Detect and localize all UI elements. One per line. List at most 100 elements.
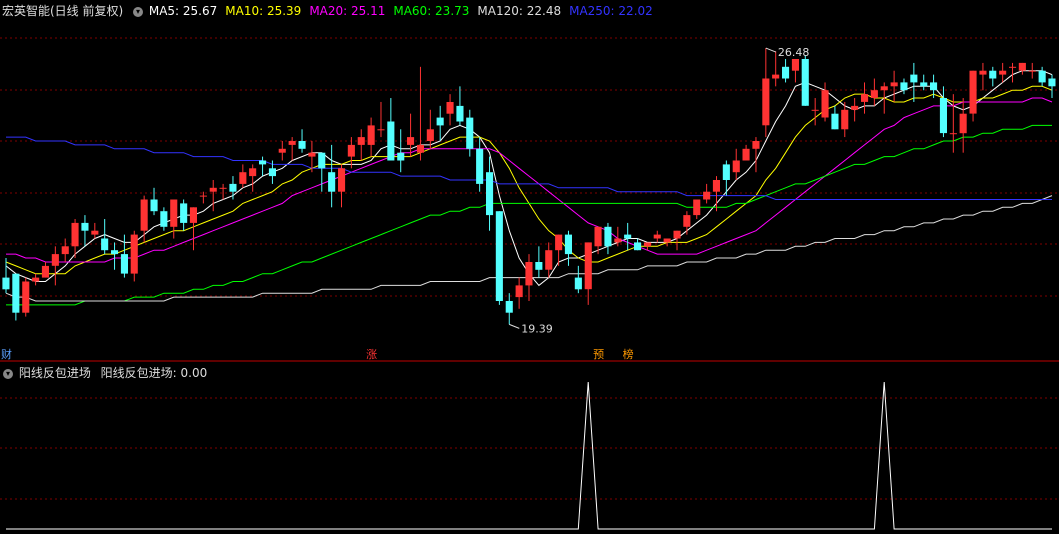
- candle: [574, 265, 582, 294]
- candle-body: [861, 94, 869, 102]
- candle: [505, 293, 513, 325]
- candle-body: [367, 125, 375, 145]
- candle-body: [624, 234, 632, 239]
- candle: [525, 254, 533, 301]
- candle-body: [604, 226, 612, 247]
- candle: [456, 86, 464, 126]
- candle-body: [1018, 62, 1026, 71]
- candle-body: [2, 277, 10, 290]
- candle-body: [772, 74, 780, 79]
- candle: [1028, 62, 1036, 79]
- candle-body: [130, 234, 138, 274]
- candle: [91, 222, 99, 239]
- ma-legend-item: MA10: 25.39: [225, 4, 302, 18]
- candle-body: [466, 117, 474, 149]
- candle-body: [693, 199, 701, 216]
- candle-body: [555, 234, 563, 251]
- candle-body: [870, 90, 878, 98]
- candle: [535, 246, 543, 278]
- candle-body: [614, 238, 622, 243]
- candle-body: [880, 86, 888, 91]
- candle: [1038, 66, 1046, 87]
- candle: [910, 62, 918, 102]
- candle-body: [387, 121, 395, 161]
- candle-body: [653, 234, 661, 239]
- candle-body: [505, 301, 513, 313]
- indicator-title: 阳线反包进场: [18, 366, 91, 380]
- candle-body: [41, 265, 49, 278]
- high-price-label: 26.48: [778, 46, 810, 59]
- candle-body: [1028, 70, 1036, 72]
- candle-body: [683, 215, 691, 227]
- candle-body: [278, 148, 286, 153]
- candle: [683, 211, 691, 235]
- candle: [870, 78, 878, 106]
- candle-body: [239, 172, 247, 184]
- candle: [1018, 62, 1026, 75]
- candle: [101, 219, 109, 255]
- candle-body: [357, 137, 365, 145]
- ma-legend: 宏英智能(日线 前复权) ▾ MA5: 25.67 MA10: 25.39 MA20…: [0, 2, 663, 20]
- candle: [722, 160, 730, 196]
- candle-body: [111, 250, 119, 255]
- candle-body: [584, 242, 592, 290]
- candle-body: [999, 70, 1007, 75]
- candle: [762, 48, 770, 138]
- candle: [732, 148, 740, 180]
- candle-body: [732, 160, 740, 173]
- candle: [387, 98, 395, 161]
- candle: [219, 183, 227, 200]
- ma-legend-item: MA120: 22.48: [477, 4, 562, 18]
- candle: [41, 261, 49, 278]
- candlestick-chart[interactable]: 26.48 19.39 财 涨 预 榜: [0, 0, 1059, 362]
- indicator-chart[interactable]: [0, 362, 1059, 534]
- candle-body: [831, 113, 839, 130]
- candle: [821, 82, 829, 122]
- event-marker: 榜: [623, 347, 634, 361]
- candle-body: [308, 152, 316, 157]
- low-price-label: 19.39: [521, 322, 553, 335]
- candle-body: [959, 113, 967, 134]
- candle: [861, 82, 869, 114]
- candle: [407, 113, 415, 157]
- stock-title: 宏英智能(日线 前复权): [2, 4, 124, 18]
- candle-body: [811, 109, 819, 111]
- candle-body: [298, 141, 306, 149]
- candle: [140, 195, 148, 243]
- candle: [397, 129, 405, 173]
- candle-body: [910, 74, 918, 83]
- candle-body: [61, 246, 69, 255]
- candle: [416, 66, 424, 161]
- candle: [939, 86, 947, 138]
- price-panel[interactable]: 26.48 19.39 财 涨 预 榜 宏英智能(日线 前复权) ▾ MA5: 25.67…: [0, 0, 1059, 362]
- candle: [989, 66, 997, 87]
- candle: [150, 187, 158, 216]
- candle-body: [32, 277, 40, 282]
- candle-body: [209, 187, 217, 192]
- candle-body: [1038, 70, 1046, 83]
- candle: [999, 62, 1007, 83]
- dropdown-circle-icon[interactable]: ▾: [133, 6, 144, 17]
- candle-body: [180, 203, 188, 223]
- candle-body: [969, 70, 977, 114]
- candle-body: [851, 105, 859, 110]
- candle-body: [71, 222, 79, 247]
- candle-body: [268, 168, 276, 177]
- indicator-panel[interactable]: ▾ 阳线反包进场 阳线反包进场: 0.00: [0, 362, 1059, 534]
- event-marker: 涨: [366, 348, 377, 361]
- dropdown-circle-icon[interactable]: ▾: [3, 368, 13, 379]
- candle: [229, 176, 237, 200]
- candle-body: [407, 137, 415, 145]
- candle-body: [338, 168, 346, 192]
- candle: [624, 222, 632, 251]
- candle: [160, 207, 168, 231]
- candle: [486, 156, 494, 231]
- candle-body: [791, 59, 799, 71]
- candle: [436, 105, 444, 141]
- ma-legend-item: MA5: 25.67: [148, 4, 218, 18]
- ma-line-ma10: [5, 85, 1053, 275]
- candle-body: [495, 211, 503, 301]
- candle-body: [564, 234, 572, 255]
- candle-body: [673, 230, 681, 239]
- candle: [466, 109, 474, 157]
